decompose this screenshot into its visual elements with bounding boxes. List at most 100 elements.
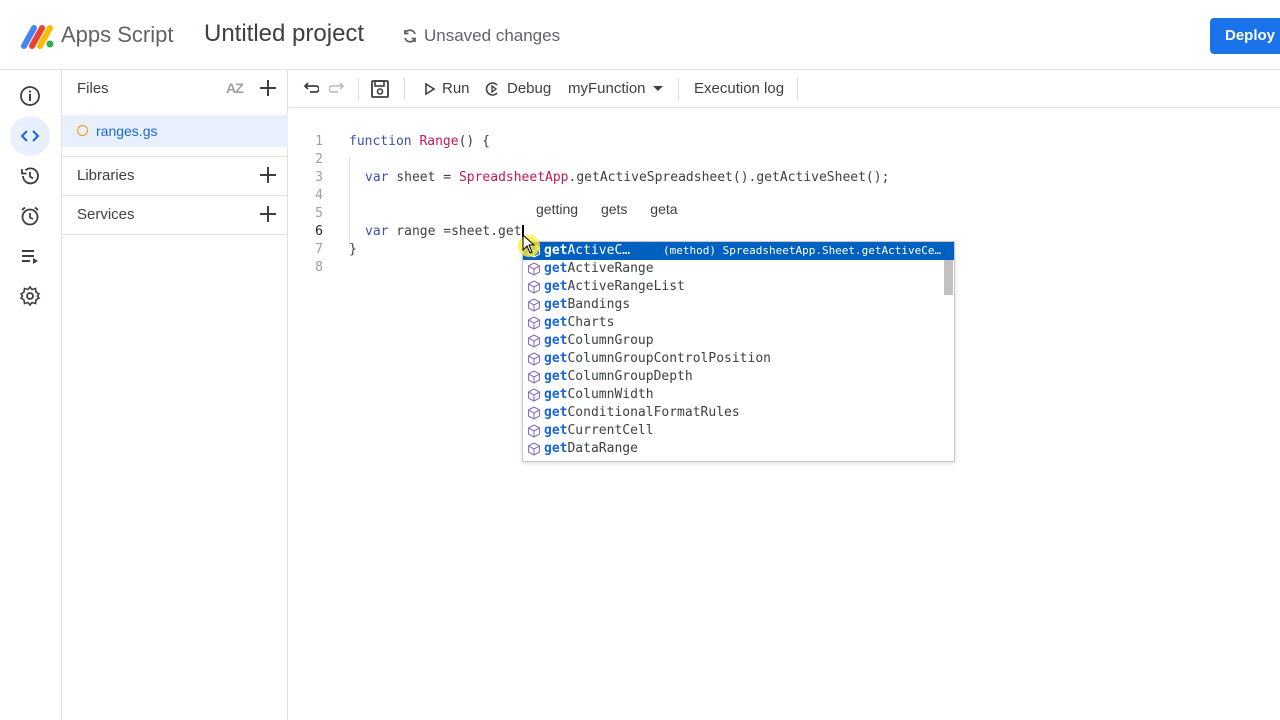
word-suggestion[interactable]: gets [601,201,627,217]
function-select[interactable]: myFunction [568,80,664,97]
suggestion-item[interactable]: getColumnGroupControlPosition [523,350,954,368]
suggestion-label: getCharts [544,315,615,330]
add-library-icon[interactable] [259,166,277,184]
execution-log-button[interactable]: Execution log [694,80,784,97]
editor-icon[interactable] [10,116,50,156]
mouse-pointer-icon [522,234,536,254]
line-number: 4 [315,188,323,203]
suggestion-item[interactable]: getActiveRange [523,260,954,278]
code-line-3: var sheet = SpreadsheetApp.getActiveSpre… [365,170,889,185]
file-item[interactable]: ranges.gs [62,115,288,147]
save-status-label: Unsaved changes [424,26,561,45]
editor-toolbar: Run Debug myFunction Execution log [289,70,1280,108]
suggestion-item[interactable]: getColumnWidth [523,386,954,404]
save-icon[interactable] [370,79,390,99]
overview-icon[interactable] [10,76,50,116]
suggestion-label: getCurrentCell [544,423,654,438]
method-cube-icon [527,316,541,330]
word-suggestion-bar: getting gets geta [536,201,697,217]
code-text: () { [458,134,490,149]
suggestion-item[interactable]: getDataRange [523,440,954,458]
method-cube-icon [527,352,541,366]
code-text: .getActiveSpreadsheet().getActiveSheet()… [568,170,890,185]
method-cube-icon [527,370,541,384]
suggestion-label: getColumnGroupControlPosition [544,351,771,366]
files-header: Files AZ [62,70,288,110]
popup-scrollbar[interactable] [944,260,953,295]
run-label: Run [442,80,470,97]
triggers-icon[interactable] [10,196,50,236]
app-name[interactable]: Apps Script [61,22,174,48]
debug-button[interactable]: Debug [485,80,551,97]
left-nav-rail [0,70,62,720]
files-panel: Files AZ ranges.gs Libraries Services [62,70,288,720]
settings-icon[interactable] [10,276,50,316]
libraries-row[interactable]: Libraries [62,156,288,196]
word-suggestion[interactable]: geta [650,201,677,217]
suggestion-item[interactable]: getCharts [523,314,954,332]
line-number: 5 [315,206,323,221]
code-editor[interactable]: 1 2 3 4 5 6 7 8 function Range() { var s… [289,108,1280,720]
unsaved-dot-icon [77,125,88,136]
line-number: 1 [315,134,323,149]
line-number: 7 [315,242,323,257]
suggestion-label: getActiveC… [544,243,631,258]
word-suggestion[interactable]: getting [536,201,578,217]
file-name: ranges.gs [96,123,158,139]
deploy-button[interactable]: Deploy [1210,18,1280,54]
code-line-6: var range =sheet.get [365,224,522,239]
execution-log-label: Execution log [694,80,785,97]
line-number: 8 [315,260,323,275]
add-service-icon[interactable] [259,205,277,223]
method-cube-icon [527,424,541,438]
app-header: Apps Script Untitled project Unsaved cha… [0,0,1280,70]
method-cube-icon [527,280,541,294]
services-label: Services [77,206,135,223]
method-cube-icon [527,262,541,276]
line-number: 2 [315,152,323,167]
code-text: sheet = [388,170,459,185]
suggestion-label: getColumnGroupDepth [544,369,693,384]
suggestion-detail: (method) SpreadsheetApp.Sheet.getActiveC… [663,244,942,257]
suggestion-label: getActiveRange [544,261,654,276]
undo-icon[interactable] [301,79,319,97]
toolbar-separator [404,78,405,100]
method-cube-icon [527,388,541,402]
apps-script-logo-icon [21,25,54,49]
executions-icon[interactable] [10,236,50,276]
suggestion-label: getDataRange [544,441,638,456]
suggestion-label: getBandings [544,297,631,312]
function-select-value: myFunction [568,80,646,97]
project-title[interactable]: Untitled project [204,20,364,48]
suggestion-item[interactable]: getActiveRangeList [523,278,954,296]
suggestion-item[interactable]: getConditionalFormatRules [523,404,954,422]
run-button[interactable]: Run [424,80,470,97]
history-icon[interactable] [10,156,50,196]
function-name: Range [419,134,459,149]
autocomplete-popup: getActiveC… getActiveRange getActiveRangeL… [522,241,955,462]
toolbar-separator [678,78,679,100]
redo-icon[interactable] [329,79,347,97]
debug-label: Debug [507,80,552,97]
add-file-icon[interactable] [259,79,277,97]
class-name: SpreadsheetApp [458,170,569,185]
save-status: Unsaved changes [402,26,560,46]
suggestion-item[interactable]: getColumnGroupDepth [523,368,954,386]
libraries-label: Libraries [77,167,135,184]
method-cube-icon [527,334,541,348]
sort-az-icon[interactable]: AZ [226,80,244,96]
suggestion-label: getActiveRangeList [544,279,685,294]
keyword: function [349,134,412,149]
code-text: range =sheet.get [388,224,522,239]
suggestion-item[interactable]: getCurrentCell [523,422,954,440]
indent-guide [349,158,350,248]
suggestion-item[interactable]: getColumnGroup [523,332,954,350]
suggestion-item[interactable]: getBandings [523,296,954,314]
code-line-7: } [349,242,357,257]
services-row[interactable]: Services [62,195,288,235]
line-number: 6 [315,224,323,239]
keyword: var [365,170,389,185]
files-heading: Files [77,80,109,97]
debug-icon [485,81,498,96]
method-cube-icon [527,298,541,312]
